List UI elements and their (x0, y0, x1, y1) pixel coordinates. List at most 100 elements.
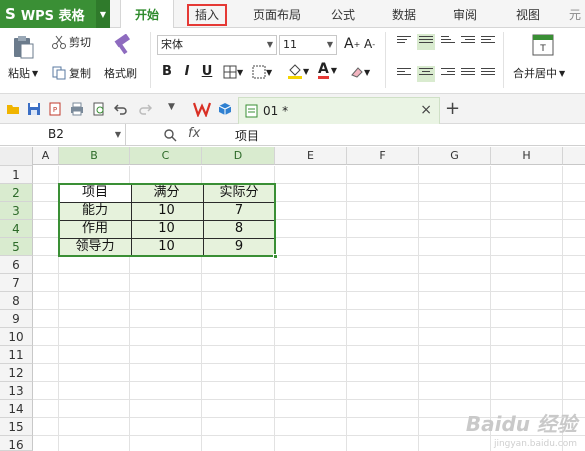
column-header-b[interactable]: B (59, 147, 130, 165)
distributed-icon[interactable] (481, 68, 495, 80)
cell-c2[interactable]: 满分 (131, 184, 202, 202)
cell-d5[interactable]: 9 (203, 238, 275, 256)
align-right-icon[interactable] (441, 68, 455, 80)
formula-bar: B2 ▼ fx 项目 (0, 124, 585, 146)
tab-home[interactable]: 开始 (120, 0, 174, 29)
tab-page-layout[interactable]: 页面布局 (246, 0, 308, 28)
italic-button[interactable]: I (179, 64, 195, 79)
justify-icon[interactable] (461, 68, 475, 80)
row-header-5[interactable]: 5 (0, 238, 33, 256)
tab-view[interactable]: 视图 (507, 0, 549, 28)
wps-home-icon[interactable] (193, 101, 211, 117)
fill-pattern-icon[interactable]: ▼ (252, 65, 272, 79)
column-header-c[interactable]: C (130, 147, 202, 165)
row-header-16[interactable]: 16 (0, 436, 33, 451)
copy-icon (52, 66, 66, 80)
align-center-icon[interactable] (417, 66, 435, 82)
svg-text:T: T (539, 44, 546, 54)
row-header-1[interactable]: 1 (0, 166, 33, 184)
row-header-2[interactable]: 2 (0, 184, 33, 202)
paste-icon[interactable] (10, 34, 40, 60)
cell-b4[interactable]: 作用 (60, 220, 130, 238)
cell-b2[interactable]: 项目 (60, 184, 130, 202)
cell-d4[interactable]: 8 (203, 220, 275, 238)
column-header-d[interactable]: D (202, 147, 275, 165)
align-left-icon[interactable] (397, 68, 411, 80)
row-header-7[interactable]: 7 (0, 274, 33, 292)
align-bottom-icon[interactable] (441, 36, 455, 48)
align-top-icon[interactable] (397, 36, 411, 48)
scissors-icon (52, 35, 66, 49)
row-header-12[interactable]: 12 (0, 364, 33, 382)
format-painter-icon[interactable] (112, 34, 134, 56)
row-header-8[interactable]: 8 (0, 292, 33, 310)
customize-dropdown-icon[interactable]: ▼ (168, 102, 175, 112)
wrap-text-icon[interactable] (481, 36, 495, 48)
format-painter-button[interactable]: 格式刷 (104, 65, 137, 81)
cloud-cube-icon[interactable] (218, 102, 232, 116)
cell-c4[interactable]: 10 (131, 220, 202, 238)
column-header-f[interactable]: F (347, 147, 419, 165)
cell-d3[interactable]: 7 (203, 202, 275, 220)
column-header-h[interactable]: H (491, 147, 563, 165)
increase-font-icon[interactable]: A + (344, 36, 360, 52)
decrease-font-icon[interactable]: A- (364, 37, 375, 51)
document-tab[interactable]: 01 * × (238, 97, 440, 124)
redo-icon[interactable] (138, 102, 152, 116)
tab-data[interactable]: 数据 (383, 0, 425, 28)
column-header-next[interactable] (563, 147, 585, 165)
select-all-corner[interactable] (0, 147, 33, 166)
merge-center-icon[interactable]: T (532, 34, 554, 56)
cell-b5[interactable]: 领导力 (60, 238, 130, 256)
paste-button[interactable]: 粘贴 ▼ (8, 65, 38, 81)
tab-review[interactable]: 审阅 (444, 0, 486, 28)
save-icon[interactable] (27, 102, 41, 116)
clear-format-icon[interactable]: ▼ (350, 65, 370, 79)
indent-icon[interactable] (461, 36, 475, 48)
cut-button[interactable]: 剪切 (52, 34, 91, 50)
copy-button[interactable]: 复制 (52, 65, 91, 81)
bold-button[interactable]: B (159, 64, 175, 79)
row-header-9[interactable]: 9 (0, 310, 33, 328)
cell-c5[interactable]: 10 (131, 238, 202, 256)
row-header-15[interactable]: 15 (0, 418, 33, 436)
row-header-10[interactable]: 10 (0, 328, 33, 346)
row-header-13[interactable]: 13 (0, 382, 33, 400)
close-tab-icon[interactable]: × (420, 102, 432, 118)
column-header-g[interactable]: G (419, 147, 491, 165)
open-folder-icon[interactable] (6, 102, 20, 116)
new-tab-icon[interactable]: + (445, 98, 460, 119)
paste-label: 粘贴 (8, 67, 30, 80)
formula-content[interactable]: 项目 (235, 127, 259, 144)
font-size-select[interactable]: 11 ▼ (279, 35, 337, 55)
tab-insert[interactable]: 插入 (187, 4, 227, 26)
row-header-4[interactable]: 4 (0, 220, 33, 238)
wps-app-menu[interactable]: S WPS 表格 ▼ (0, 0, 110, 28)
align-middle-icon[interactable] (417, 34, 435, 50)
fx-icon[interactable]: fx (188, 126, 200, 141)
row-header-3[interactable]: 3 (0, 202, 33, 220)
tab-formulas[interactable]: 公式 (322, 0, 364, 28)
app-menu-dropdown-icon[interactable]: ▼ (96, 0, 110, 28)
row-header-6[interactable]: 6 (0, 256, 33, 274)
font-color-icon[interactable]: A ▼ (318, 62, 337, 79)
cell-c3[interactable]: 10 (131, 202, 202, 220)
zoom-search-icon[interactable] (163, 128, 177, 142)
row-header-11[interactable]: 11 (0, 346, 33, 364)
cell-d2[interactable]: 实际分 (203, 184, 275, 202)
print-icon[interactable] (70, 102, 84, 116)
underline-button[interactable]: U (199, 64, 215, 79)
name-box[interactable]: B2 ▼ (0, 124, 126, 145)
tab-overflow[interactable]: 元 (565, 0, 585, 28)
column-header-a[interactable]: A (33, 147, 59, 165)
cell-b3[interactable]: 能力 (60, 202, 130, 220)
borders-icon[interactable]: ▼ (223, 65, 243, 79)
export-pdf-icon[interactable]: P (48, 102, 62, 116)
undo-icon[interactable] (114, 102, 128, 116)
print-preview-icon[interactable] (92, 102, 106, 116)
font-name-select[interactable]: 宋体 ▼ (157, 35, 277, 55)
fill-color-icon[interactable]: ▼ (287, 63, 309, 79)
row-header-14[interactable]: 14 (0, 400, 33, 418)
column-header-e[interactable]: E (275, 147, 347, 165)
merge-center-button[interactable]: 合并居中 ▼ (513, 65, 565, 81)
